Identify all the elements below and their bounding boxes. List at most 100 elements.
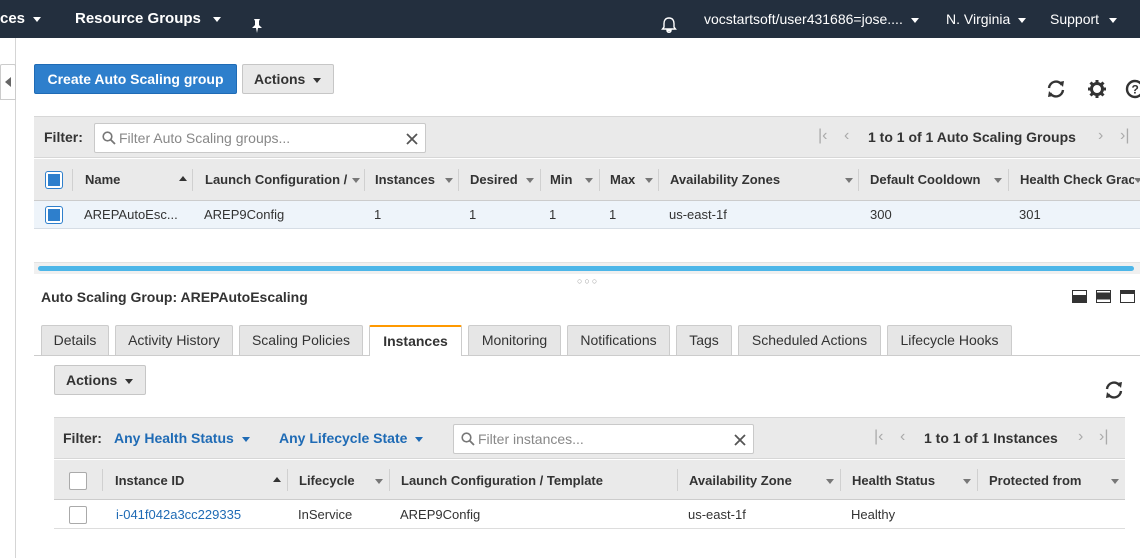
create-button-label: Create Auto Scaling group [47,71,224,87]
resource-groups-menu[interactable]: Resource Groups [75,0,221,38]
cell-max: 1 [609,207,617,222]
column-header-lifecycle[interactable]: Lifecycle [299,473,355,488]
chevron-down-icon [313,77,322,83]
refresh-icon[interactable] [1045,78,1067,103]
instances-filter-bar: Filter: Any Health Status Any Lifecycle … [54,417,1125,459]
groups-search-input[interactable] [119,124,389,152]
instances-table-header: Instance ID Lifecycle Launch Configurati… [54,460,1125,500]
filter-label: Filter: [63,430,102,446]
actions-button-label: Actions [254,71,306,87]
cell-lifecycle: InService [298,507,353,522]
instance-id-link[interactable]: i-041f042a3cc229335 [116,507,241,522]
next-page-icon[interactable]: › [1098,127,1103,145]
next-page-icon[interactable]: › [1078,428,1083,446]
column-header-instance-id[interactable]: Instance ID [115,473,184,488]
table-row[interactable]: AREPAutoEsc... AREP9Config 1 1 1 1 us-ea… [34,201,1140,229]
bell-icon[interactable] [660,10,678,34]
support-label: Support [1050,11,1100,27]
instances-actions-label: Actions [66,372,118,388]
chevron-down-icon [33,16,42,22]
first-page-icon[interactable]: |‹ [818,127,827,145]
column-header-launch-config[interactable]: Launch Configuration / [205,172,350,187]
column-header-default-cooldown[interactable]: Default Cooldown [870,172,981,187]
table-row[interactable]: i-041f042a3cc229335 InService AREP9Confi… [54,500,1125,529]
cell-instances: 1 [374,207,382,222]
tab-activity-history[interactable]: Activity History [115,325,233,355]
account-label: vocstartsoft/user431686=jose.... [704,11,903,27]
clear-icon[interactable] [734,434,746,446]
chevron-down-icon [352,178,360,183]
column-header-health-check-grace[interactable]: Health Check Grac [1020,172,1134,187]
tab-monitoring[interactable]: Monitoring [468,325,561,355]
search-icon [102,131,116,145]
column-header-min[interactable]: Min [550,172,572,187]
health-status-filter[interactable]: Any Health Status [114,430,250,446]
support-menu[interactable]: Support [1050,0,1118,38]
instances-actions-button[interactable]: Actions [54,365,146,395]
chevron-down-icon [445,178,453,183]
actions-button[interactable]: Actions [242,64,334,94]
split-panel-divider[interactable] [34,262,1140,274]
cell-availability-zones: us-east-1f [669,207,727,222]
tab-tags[interactable]: Tags [676,325,732,355]
create-auto-scaling-group-button[interactable]: Create Auto Scaling group [34,64,237,94]
select-all-checkbox[interactable] [46,172,62,188]
last-page-icon[interactable]: ›| [1099,428,1108,446]
horizontal-scrollbar[interactable] [38,266,1134,271]
column-header-instances[interactable]: Instances [375,172,435,187]
column-header-desired[interactable]: Desired [470,172,518,187]
chevron-down-icon [845,178,853,183]
tab-instances[interactable]: Instances [369,325,462,356]
chevron-down-icon [1109,17,1118,23]
svg-text:?: ? [1132,83,1139,97]
panel-middle-icon[interactable] [1096,290,1111,306]
cell-availability-zone: us-east-1f [688,507,746,522]
resize-handle-icon[interactable]: ○○○ [577,276,599,286]
row-checkbox[interactable] [46,207,62,223]
column-header-availability-zone[interactable]: Availability Zone [689,473,792,488]
panel-bottom-icon[interactable] [1072,290,1087,306]
chevron-down-icon [125,378,134,384]
cell-desired: 1 [469,207,477,222]
instances-search-box [453,424,754,454]
column-header-launch-config-template[interactable]: Launch Configuration / Template [401,473,603,488]
column-header-protected-from[interactable]: Protected from [989,473,1081,488]
sort-ascending-icon [273,477,281,482]
lifecycle-state-label: Any Lifecycle State [279,430,408,446]
prev-page-icon[interactable]: ‹ [900,428,905,446]
account-menu[interactable]: vocstartsoft/user431686=jose.... [704,0,919,38]
last-page-icon[interactable]: ›| [1120,127,1129,145]
expand-sidebar-button[interactable] [0,64,16,100]
chevron-down-icon [994,178,1002,183]
column-header-health-status[interactable]: Health Status [852,473,935,488]
instances-search-input[interactable] [478,425,718,453]
column-header-name[interactable]: Name [85,172,120,187]
chevron-left-icon [5,77,11,87]
first-page-icon[interactable]: |‹ [874,428,883,446]
tab-scheduled-actions[interactable]: Scheduled Actions [738,325,881,355]
pin-icon[interactable] [250,10,264,33]
tab-lifecycle-hooks[interactable]: Lifecycle Hooks [887,325,1012,355]
column-header-max[interactable]: Max [610,172,635,187]
row-checkbox[interactable] [69,506,87,524]
cell-health-status: Healthy [851,507,896,522]
tab-details[interactable]: Details [41,325,109,355]
refresh-instances-icon[interactable] [1103,379,1125,404]
services-menu[interactable]: ces [0,0,42,38]
cell-min: 1 [549,207,557,222]
chevron-down-icon [212,16,221,22]
instances-pagination-text: 1 to 1 of 1 Instances [924,430,1058,446]
region-menu[interactable]: N. Virginia [946,0,1027,38]
tab-notifications[interactable]: Notifications [567,325,670,355]
gear-icon[interactable] [1087,79,1107,102]
tab-scaling-policies[interactable]: Scaling Policies [239,325,363,355]
lifecycle-state-filter[interactable]: Any Lifecycle State [279,430,424,446]
clear-icon[interactable] [406,133,418,145]
help-icon[interactable]: ? [1125,79,1140,102]
panel-top-icon[interactable] [1120,290,1135,306]
prev-page-icon[interactable]: ‹ [844,127,849,145]
cell-name: AREPAutoEsc... [84,207,178,222]
select-all-checkbox[interactable] [69,472,87,490]
column-header-availability-zones[interactable]: Availability Zones [670,172,780,187]
chevron-down-icon [375,479,383,484]
